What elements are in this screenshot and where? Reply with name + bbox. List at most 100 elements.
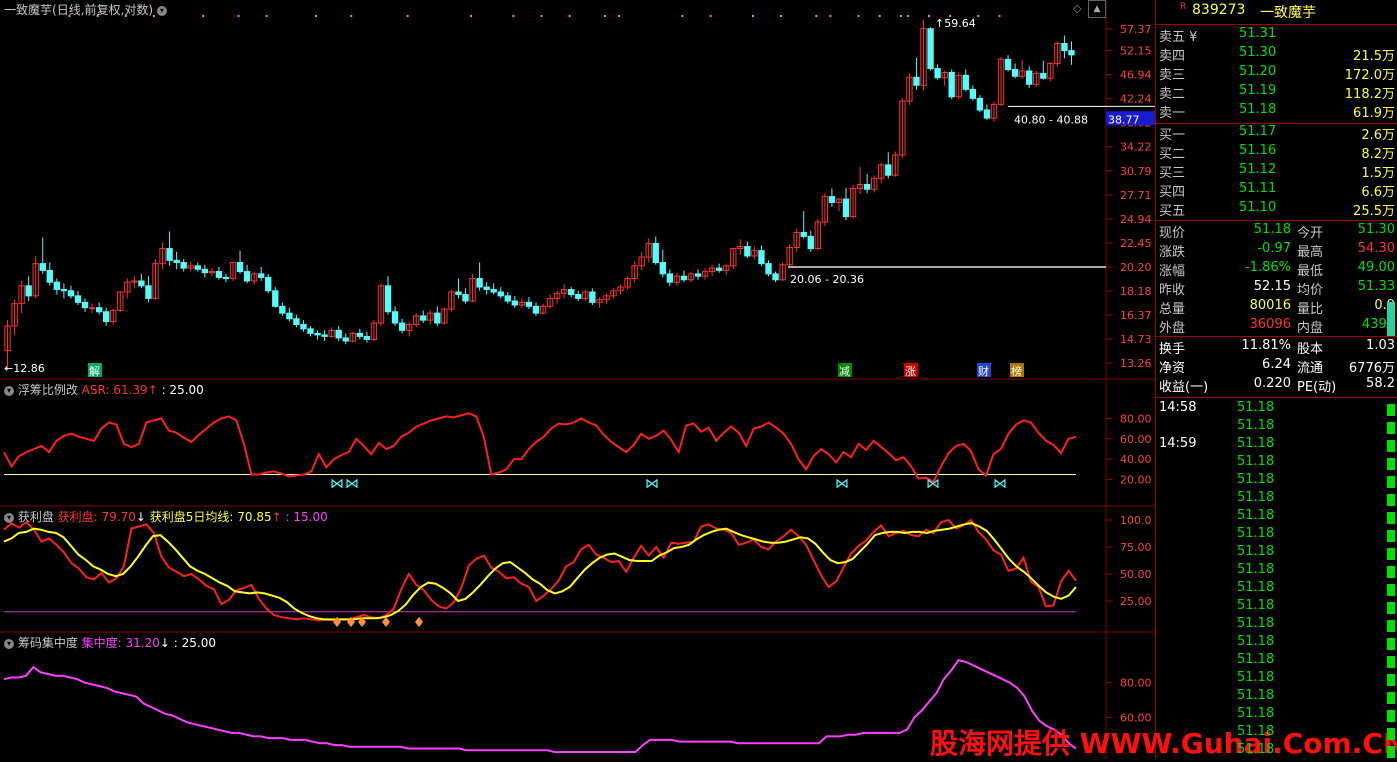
candle-body [1068,50,1075,56]
candle-body [53,281,61,291]
row-label: 卖四 [1159,49,1186,64]
tick-row: 51.18 [1159,526,1395,544]
scroll-up-icon[interactable]: ▲ [1088,0,1106,18]
candle-body [356,332,364,337]
stat2-row: 收益(一) 0.220 PE(动) 58.2 [1159,376,1395,395]
row-volume: 21.5万 [1353,49,1395,64]
tick-row: 51.18 [1159,742,1395,760]
y-tick-label: 80.00 [1120,677,1152,690]
signal-dot [512,15,515,17]
row-price: 51.19 [1239,83,1277,98]
bid-row[interactable]: 买二 51.16 8.2万 [1159,143,1395,162]
candle-body [511,300,519,306]
bid-row[interactable]: 买一 51.17 2.6万 [1159,124,1395,143]
ask-row[interactable]: 卖二 51.19 118.2万 [1159,83,1395,102]
volume-scrollbar[interactable] [1387,302,1395,336]
candle-body [81,301,89,309]
candle-body [39,263,46,271]
y-tick-label: 25.00 [1120,595,1152,608]
bid-row[interactable]: 买五 51.10 25.5万 [1159,200,1395,219]
tick-price: 51.18 [1237,598,1275,613]
bid-row[interactable]: 买三 51.12 1.5万 [1159,162,1395,181]
tick-volume-bar [1387,548,1395,560]
tick-price: 51.18 [1237,562,1275,577]
signal-dot [681,15,684,17]
ask-row[interactable]: 卖四 51.30 21.5万 [1159,45,1395,64]
candle-body [222,276,230,280]
candle-body [575,294,582,299]
signal-dot [751,15,754,17]
tick-price: 51.18 [1237,652,1275,667]
tick-volume-bar [1387,512,1395,524]
stat-label: 涨幅 [1159,264,1186,279]
ask-row[interactable]: 卖五 ¥ 51.31 [1159,26,1395,45]
signal-dot [709,15,712,17]
baseline-value: : 25.00 [161,383,204,397]
candle-body [321,334,328,337]
tick-volume-bar [1387,458,1395,470]
stat-value: -0.97 [1257,241,1291,256]
tick-price: 51.18 [1237,472,1275,487]
y-tick-label: 100.0 [1120,514,1152,527]
candle-body [1026,70,1033,85]
tick-volume-bar [1387,746,1395,758]
stock-name: 一致魔芋 [1260,5,1316,21]
row-price: 51.31 [1239,26,1277,41]
diamond-icon[interactable]: ◇ [1073,2,1081,15]
candle-body [490,289,497,293]
ask-row[interactable]: 卖三 51.20 172.0万 [1159,64,1395,83]
arrow-up-icon: ↑ [271,510,282,524]
y-tick-label: 16.37 [1120,309,1152,322]
tick-volume-bar [1387,656,1395,668]
stock-title: 一致魔芋 [4,3,53,17]
signal-dot [568,15,571,17]
tick-price: 51.18 [1237,688,1275,703]
y-tick-label: 60.00 [1120,433,1152,446]
r-badge: R [1180,2,1187,12]
indicator-menu-icon[interactable]: ▾ [4,638,14,649]
stat-label: 流通 [1297,361,1324,376]
signal-dot [202,15,205,17]
stat-value: 1.03 [1366,338,1395,353]
stat-row: 昨收 52.15 均价 51.33 [1159,279,1395,298]
candle-body [800,231,807,237]
ask-row[interactable]: 卖一 51.18 61.9万 [1159,102,1395,121]
y-tick-label: 57.37 [1120,23,1152,36]
tick-row: 51.18 [1159,418,1395,436]
candle-body [74,295,82,303]
candle-body [286,312,293,320]
butterfly-icon: ⋈ [345,476,359,492]
stat-value: 54.30 [1357,241,1395,256]
event-marker: 减 [839,365,850,378]
chevron-down-icon[interactable]: ▾ [156,5,167,16]
candle-body [666,273,674,283]
candle-body [927,28,934,70]
bid-row[interactable]: 买四 51.11 6.6万 [1159,181,1395,200]
candle-body [215,271,223,278]
chart-mode: (日线,前复权,对数) [52,3,154,17]
tick-price: 51.18 [1237,526,1275,541]
stat-value: 51.18 [1253,222,1291,237]
diamond-signal-icon: ♦ [331,615,344,631]
candle-body [138,280,145,287]
row-price: 51.17 [1239,124,1277,139]
candle-body [236,262,244,273]
profit-value: 获利盘: 79.70 [57,510,136,524]
candle-body [525,301,533,307]
stat-value: 51.33 [1357,279,1395,294]
stat-value: 6776万 [1348,361,1395,376]
indicator-menu-icon[interactable]: ▾ [4,512,14,523]
candle-body [384,285,392,313]
tick-row: 51.18 [1159,580,1395,598]
stat-label: 外盘 [1159,321,1186,336]
tick-row: 51.18 [1159,508,1395,526]
indicator-menu-icon[interactable]: ▾ [4,385,14,396]
tick-price: 51.18 [1237,508,1275,523]
signal-dot [998,15,1001,17]
arrow-down-icon: ↓ [135,510,146,524]
butterfly-icon: ⋈ [926,476,940,492]
tick-row: 51.18 [1159,670,1395,688]
row-label: 卖三 [1159,68,1186,83]
tick-row: 51.18 [1159,724,1395,742]
candle-body [420,315,427,321]
